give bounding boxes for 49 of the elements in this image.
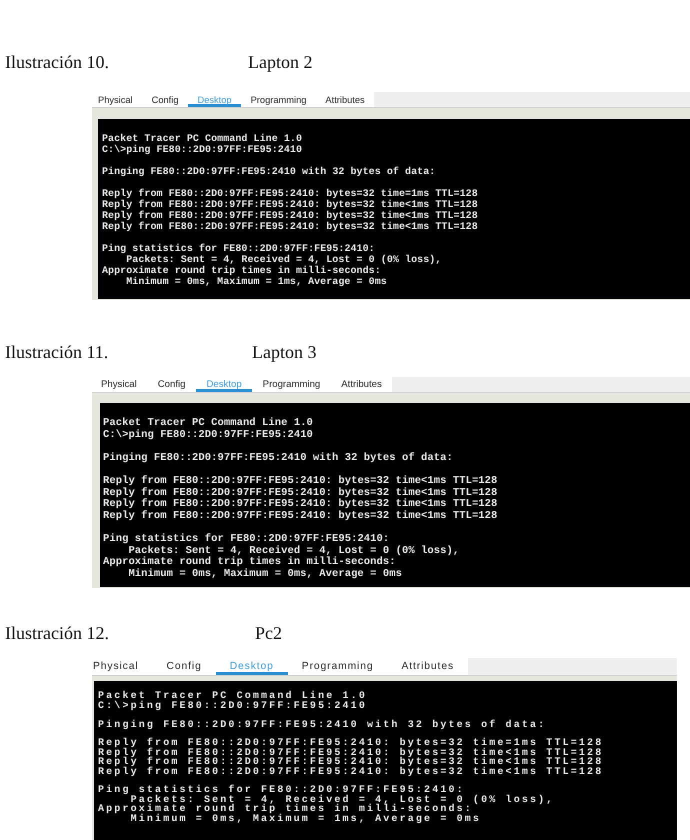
terminal-line: Reply from FE80::2D0:97FF:FE95:2410: bytes=32 time<1ms TTL=128 bbox=[98, 758, 604, 768]
terminal-line: C:\>ping FE80::2D0:97FF:FE95:2410 bbox=[103, 430, 313, 442]
tab[interactable]: Programming bbox=[241, 92, 316, 107]
terminal-line: Reply from FE80::2D0:97FF:FE95:2410: bytes=32 time<1ms TTL=128 bbox=[103, 488, 498, 499]
terminal-line: Packet Tracer PC Command Line 1.0 bbox=[98, 692, 367, 702]
tab[interactable]: Config bbox=[152, 658, 216, 675]
terminal-line: Pinging FE80::2D0:97FF:FE95:2410 with 32 bytes of data: bbox=[98, 720, 546, 730]
tab[interactable]: Physical bbox=[92, 377, 148, 392]
figure-label: Ilustración 10. bbox=[5, 52, 109, 72]
terminal-line: Packet Tracer PC Command Line 1.0 bbox=[102, 134, 302, 145]
terminal-line: Packets: Sent = 4, Received = 4, Lost = 0 (0% loss), bbox=[126, 255, 442, 266]
terminal-line: Reply from FE80::2D0:97FF:FE95:2410: bytes=32 time<1ms TTL=128 bbox=[103, 499, 498, 510]
tab[interactable]: Physical bbox=[92, 658, 153, 675]
tab[interactable]: Config bbox=[142, 92, 188, 107]
terminal-line: C:\>ping FE80::2D0:97FF:FE95:2410 bbox=[102, 145, 302, 156]
terminal-line: Reply from FE80::2D0:97FF:FE95:2410: bytes=32 time=1ms TTL=128 bbox=[98, 739, 604, 749]
tab[interactable]: Programming bbox=[252, 377, 331, 392]
terminal-line: Ping statistics for FE80::2D0:97FF:FE95:2410: bbox=[103, 534, 390, 545]
terminal-line: Minimum = 0ms, Maximum = 1ms, Average = 0ms bbox=[130, 814, 482, 824]
terminal-line: Ping statistics for FE80::2D0:97FF:FE95:2410: bbox=[102, 244, 375, 255]
terminal-line: Minimum = 0ms, Maximum = 1ms, Average = 0ms bbox=[126, 277, 387, 288]
terminal-line: C:\>ping FE80::2D0:97FF:FE95:2410 bbox=[98, 702, 367, 712]
tab[interactable]: Config bbox=[147, 377, 196, 392]
tab[interactable]: Attributes bbox=[330, 377, 392, 392]
terminal-line: Pinging FE80::2D0:97FF:FE95:2410 with 32 bytes of data: bbox=[102, 167, 436, 178]
figure-label: Ilustración 12. bbox=[5, 623, 109, 643]
terminal-line: Reply from FE80::2D0:97FF:FE95:2410: bytes=32 time<1ms TTL=128 bbox=[102, 211, 478, 222]
figure-title: Lapton 2 bbox=[248, 52, 312, 72]
terminal-line: Packet Tracer PC Command Line 1.0 bbox=[103, 418, 313, 429]
terminal-line: Reply from FE80::2D0:97FF:FE95:2410: bytes=32 time<1ms TTL=128 bbox=[103, 510, 498, 522]
terminal-line: Pinging FE80::2D0:97FF:FE95:2410 with 32 bytes of data: bbox=[103, 452, 453, 464]
tab[interactable]: Programming bbox=[288, 658, 388, 675]
tab[interactable]: Attributes bbox=[388, 658, 468, 675]
tab[interactable]: Physical bbox=[92, 92, 142, 107]
figure-title: Lapton 3 bbox=[252, 342, 316, 362]
tab[interactable]: Attributes bbox=[316, 92, 374, 107]
terminal-line: Reply from FE80::2D0:97FF:FE95:2410: bytes=32 time<1ms TTL=128 bbox=[103, 476, 498, 487]
terminal-line: Reply from FE80::2D0:97FF:FE95:2410: bytes=32 time<1ms TTL=128 bbox=[98, 768, 604, 777]
terminal-line: Approximate round trip times in milli-seconds: bbox=[102, 266, 381, 277]
terminal-line: Packets: Sent = 4, Received = 4, Lost = 0 (0% loss), bbox=[128, 546, 460, 557]
terminal-line: Approximate round trip times in milli-seconds: bbox=[98, 805, 473, 815]
terminal-line: Reply from FE80::2D0:97FF:FE95:2410: bytes=32 time<1ms TTL=128 bbox=[102, 222, 478, 233]
terminal-line: Reply from FE80::2D0:97FF:FE95:2410: bytes=32 time<1ms TTL=128 bbox=[102, 200, 478, 211]
terminal-line: Reply from FE80::2D0:97FF:FE95:2410: bytes=32 time=1ms TTL=128 bbox=[102, 189, 478, 200]
figure-label: Ilustración 11. bbox=[5, 342, 108, 362]
terminal-line: Approximate round trip times in milli-seconds: bbox=[103, 557, 396, 568]
terminal-line: Ping statistics for FE80::2D0:97FF:FE95:2410: bbox=[98, 786, 465, 796]
terminal-line: Minimum = 0ms, Maximum = 0ms, Average = 0ms bbox=[128, 568, 402, 580]
figure-title: Pc2 bbox=[255, 623, 282, 643]
